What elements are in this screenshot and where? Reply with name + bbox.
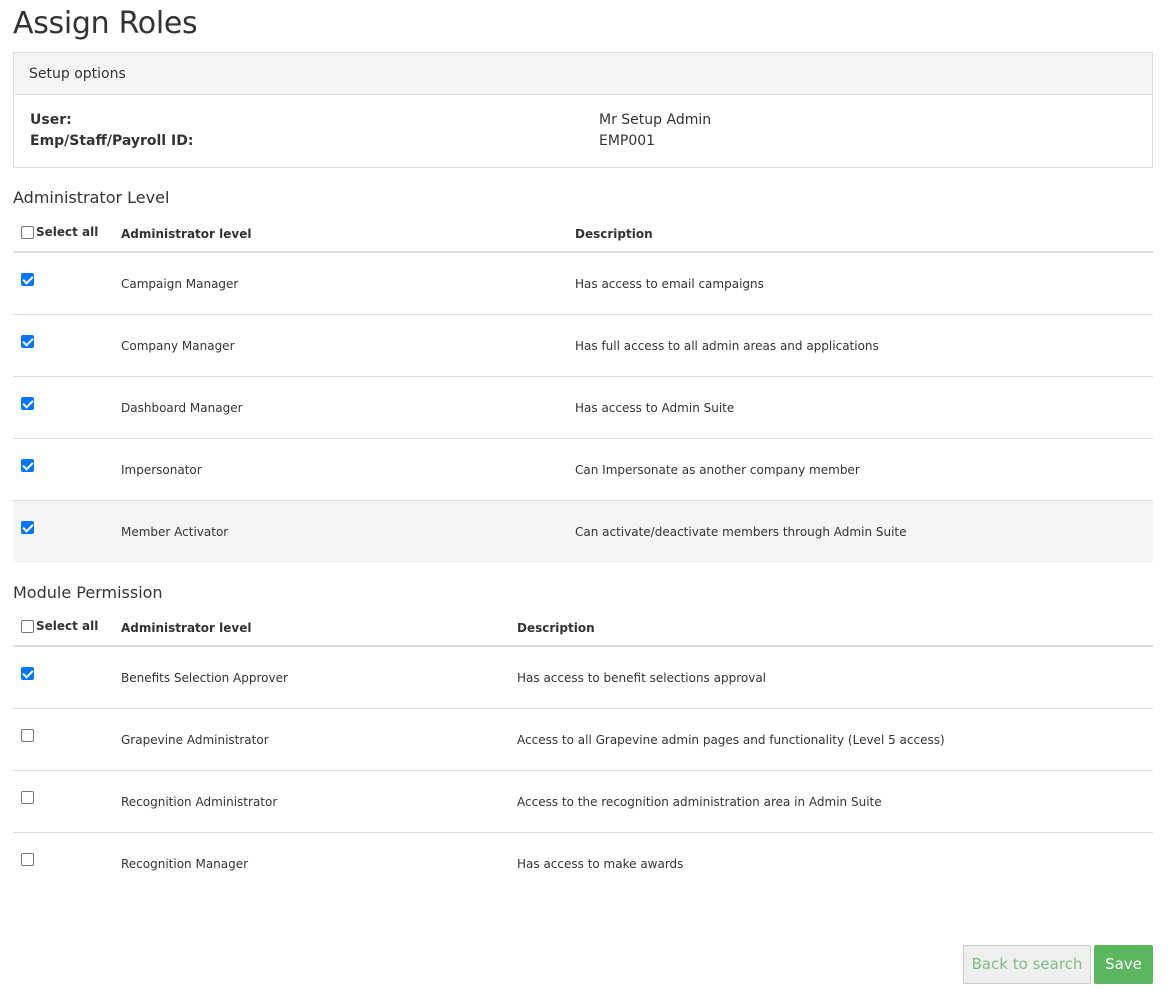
table-row: Company Manager Has full access to all ad…: [13, 315, 1153, 377]
role-checkbox[interactable]: [21, 791, 34, 804]
role-description: Has access to benefit selections approva…: [517, 671, 767, 685]
module-permission-title: Module Permission: [13, 583, 163, 602]
table-row: Dashboard Manager Has access to Admin Sui…: [13, 377, 1153, 439]
role-name: Member Activator: [121, 525, 229, 539]
role-description: Access to the recognition administration…: [517, 795, 882, 809]
role-checkbox[interactable]: [21, 521, 34, 534]
select-all-module[interactable]: Select all: [21, 619, 98, 633]
role-name: Dashboard Manager: [121, 401, 243, 415]
role-checkbox[interactable]: [21, 335, 34, 348]
setup-options-heading: Setup options: [14, 53, 1152, 95]
table-row: Campaign Manager Has access to email camp…: [13, 253, 1153, 315]
role-checkbox[interactable]: [21, 397, 34, 410]
select-all-label: Select all: [36, 619, 99, 633]
setup-options-panel: Setup options User: Mr Setup Admin Emp/S…: [13, 52, 1153, 168]
role-description: Has access to Admin Suite: [575, 401, 735, 415]
role-description: Access to all Grapevine admin pages and …: [517, 733, 945, 747]
role-checkbox[interactable]: [21, 273, 34, 286]
column-header-level: Administrator level: [121, 227, 252, 241]
column-header-description: Description: [517, 621, 595, 635]
administrator-level-table: Select all Administrator level Descripti…: [13, 215, 1153, 563]
back-to-search-button[interactable]: Back to search: [963, 945, 1091, 984]
role-checkbox[interactable]: [21, 853, 34, 866]
column-header-description: Description: [575, 227, 653, 241]
page-title: Assign Roles: [13, 6, 198, 41]
table-row: Benefits Selection Approver Has access to…: [13, 647, 1153, 709]
table-row: Recognition Manager Has access to make aw…: [13, 833, 1153, 895]
role-description: Can Impersonate as another company membe…: [575, 463, 860, 477]
role-name: Impersonator: [121, 463, 202, 477]
employee-id-label: Emp/Staff/Payroll ID:: [30, 133, 194, 149]
role-description: Can activate/deactivate members through …: [575, 525, 907, 539]
user-label: User:: [30, 112, 72, 128]
role-name: Benefits Selection Approver: [121, 671, 288, 685]
select-all-checkbox[interactable]: [21, 619, 34, 633]
column-header-level: Administrator level: [121, 621, 252, 635]
module-permission-table: Select all Administrator level Descripti…: [13, 609, 1153, 895]
administrator-level-title: Administrator Level: [13, 188, 170, 207]
role-checkbox[interactable]: [21, 667, 34, 680]
setup-options-body: User: Mr Setup Admin Emp/Staff/Payroll I…: [14, 95, 1152, 167]
table-row: Impersonator Can Impersonate as another c…: [13, 439, 1153, 501]
role-description: Has full access to all admin areas and a…: [575, 339, 879, 353]
role-description: Has access to make awards: [517, 857, 684, 871]
select-all-admin[interactable]: Select all: [21, 225, 98, 239]
role-name: Grapevine Administrator: [121, 733, 269, 747]
role-checkbox[interactable]: [21, 459, 34, 472]
role-name: Company Manager: [121, 339, 235, 353]
table-header: Select all Administrator level Descripti…: [13, 609, 1153, 647]
role-description: Has access to email campaigns: [575, 277, 764, 291]
select-all-checkbox[interactable]: [21, 225, 34, 239]
table-row: Grapevine Administrator Access to all Gra…: [13, 709, 1153, 771]
role-checkbox[interactable]: [21, 729, 34, 742]
table-row: Recognition Administrator Access to the r…: [13, 771, 1153, 833]
table-row: Member Activator Can activate/deactivate …: [13, 501, 1153, 563]
role-name: Recognition Manager: [121, 857, 249, 871]
user-value: Mr Setup Admin: [599, 112, 712, 128]
role-name: Recognition Administrator: [121, 795, 278, 809]
select-all-label: Select all: [36, 225, 99, 239]
employee-id-value: EMP001: [599, 133, 656, 149]
table-header: Select all Administrator level Descripti…: [13, 215, 1153, 253]
role-name: Campaign Manager: [121, 277, 239, 291]
save-button[interactable]: Save: [1094, 945, 1153, 984]
